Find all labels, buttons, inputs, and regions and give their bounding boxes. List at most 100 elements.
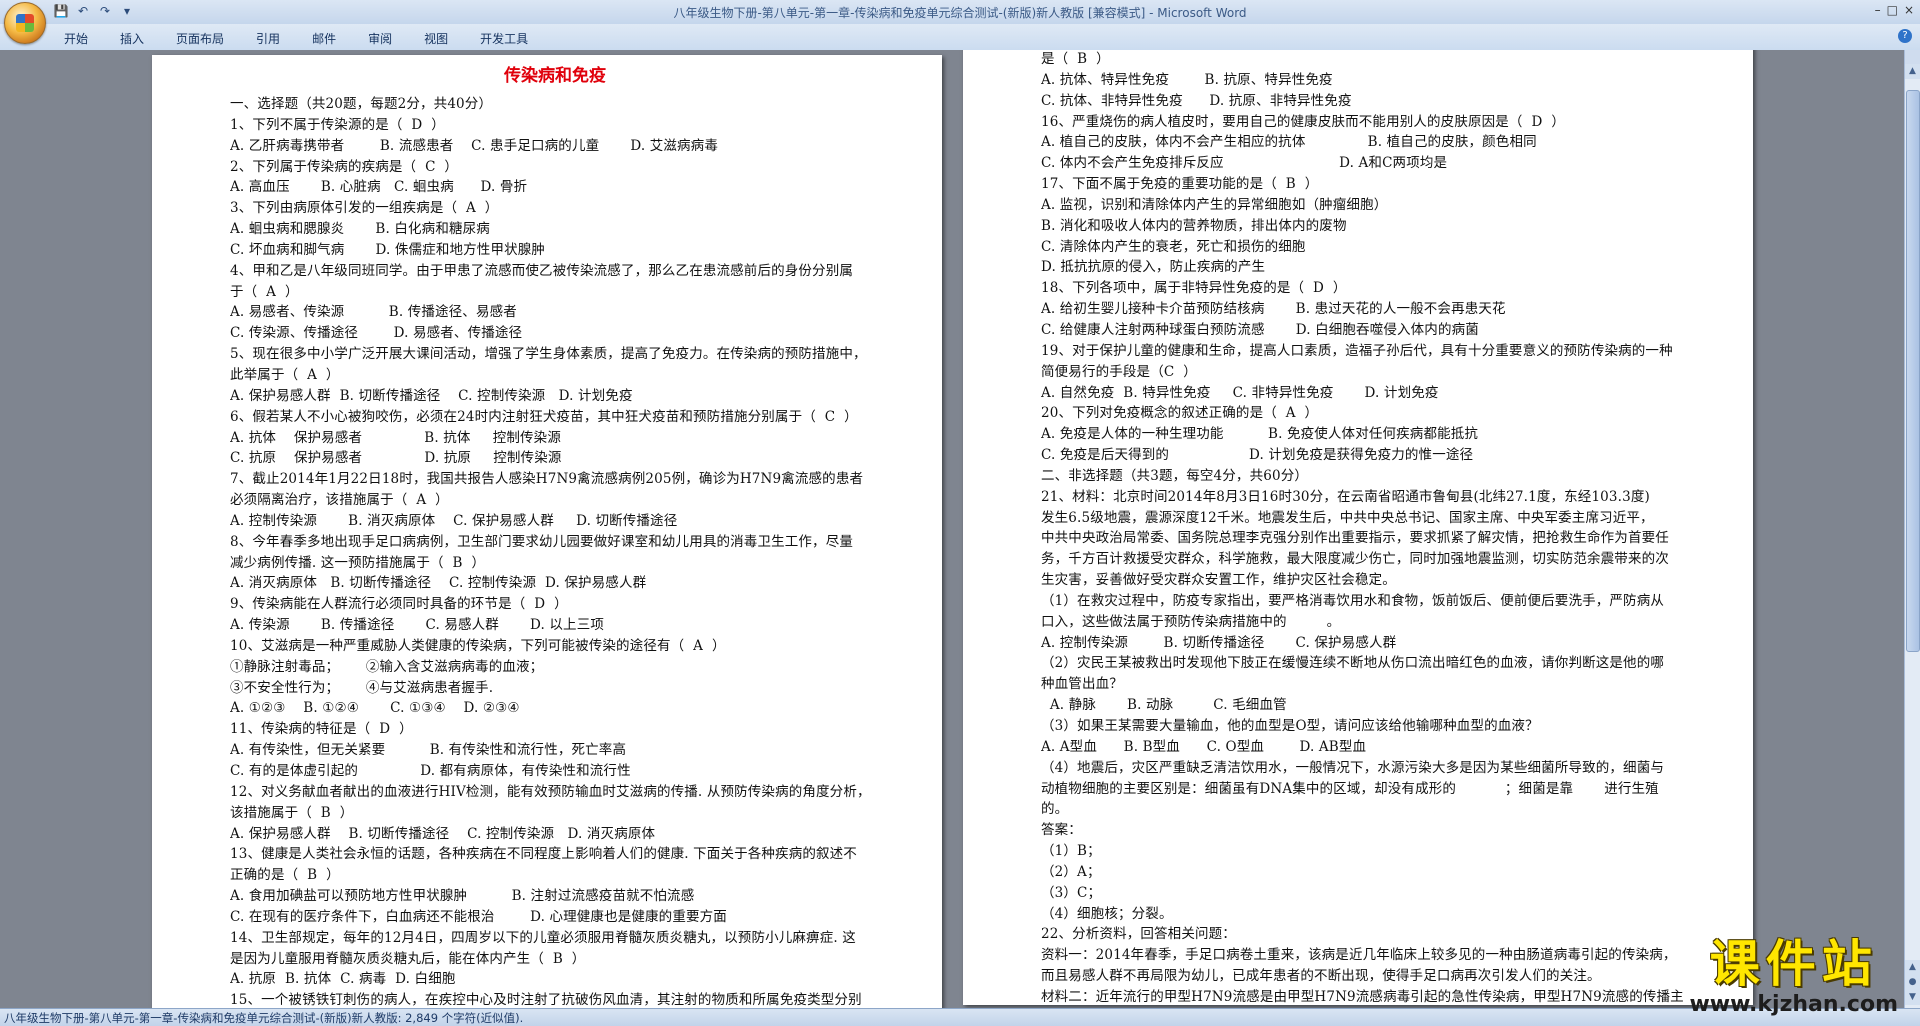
document-line: 19、对于保护儿童的健康和生命，提高人口素质，造福子孙后代，具有十分重要意义的预…: [1041, 342, 1673, 359]
document-line: 7、截止2014年1月22日18时，我国共报告人感染H7N9禽流感病例205例，…: [230, 471, 864, 488]
vertical-scrollbar[interactable]: ▲ ▲ ● ▼: [1904, 50, 1920, 1008]
status-bar: 八年级生物下册-第八单元-第一章-传染病和免疫单元综合测试-(新版)新人教版: …: [0, 1008, 1920, 1026]
document-line: 于（ A ）: [230, 283, 299, 300]
document-line: 口入，这些做法属于预防传染病措施中的 。: [1041, 613, 1341, 630]
document-line: 减少病例传播. 这一预防措施属于（ B ）: [230, 554, 486, 571]
document-line: 一、选择题（共20题，每题2分，共40分）: [230, 96, 493, 112]
help-icon[interactable]: ?: [1898, 29, 1912, 43]
document-page-left[interactable]: 传染病和免疫 一、选择题（共20题，每题2分，共40分） 1、下列不属于传染源的是…: [152, 55, 942, 1008]
document-line: 12、对义务献血者献出的血液进行HIV检测，能有效预防输血时艾滋病的传播. 从预…: [230, 783, 871, 800]
document-line: 简便易行的手段是（C ）: [1041, 363, 1197, 380]
close-button[interactable]: ×: [1904, 3, 1914, 17]
document-line: A. 监视，识别和清除体内产生的异常细胞如（肿瘤细胞）: [1041, 196, 1388, 213]
view-ruler-icon[interactable]: [1905, 50, 1920, 64]
document-line: 15、一个被锈铁钉刺伤的病人，在疾控中心及时注射了抗破伤风血清，其注射的物质和所…: [230, 992, 862, 1008]
scroll-up-icon[interactable]: ▲: [1905, 64, 1920, 79]
document-line: A. 蛔虫病和腮腺炎 B. 白化病和糖尿病: [230, 221, 490, 238]
document-line: A. 保护易感人群 B. 切断传播途径 C. 控制传染源 D. 消灭病原体: [230, 825, 656, 842]
tab-view[interactable]: 视图: [408, 30, 464, 47]
document-line: 1、下列不属于传染源的是（ D ）: [230, 116, 445, 133]
tab-developer[interactable]: 开发工具: [464, 30, 544, 47]
document-line: 5、现在很多中小学广泛开展大课间活动，增强了学生身体素质，提高了免疫力。在传染病…: [230, 346, 867, 363]
document-line: 是因为儿童服用脊髓灰质炎糖丸后，能在体内产生（ B ）: [230, 950, 586, 967]
window-title: 八年级生物下册-第八单元-第一章-传染病和免疫单元综合测试-(新版)新人教版 […: [673, 6, 1247, 20]
document-line: C. 有的是体虚引起的 D. 都有病原体，有传染性和流行性: [230, 763, 631, 779]
document-line: （2）灾民王某被救出时发现他下肢正在缓慢连续不断地从伤口流出暗红色的血液，请你判…: [1041, 655, 1664, 672]
minimize-button[interactable]: –: [1875, 3, 1881, 17]
ribbon-tabs: 开始 插入 页面布局 引用 邮件 审阅 视图 开发工具 ?: [0, 24, 1920, 51]
document-line: 发生6.5级地震，震源深度12千米。地震发生后，中共中央总书记、国家主席、中央军…: [1041, 509, 1654, 526]
document-line: A. 抗体、特异性免疫 B. 抗原、特异性免疫: [1041, 71, 1333, 88]
document-line: 13、健康是人类社会永恒的话题，各种疾病在不同程度上影响着人们的健康. 下面关于…: [230, 846, 857, 863]
document-line: （1）B；: [1041, 843, 1101, 860]
document-line: 2、下列属于传染病的疾病是（ C ）: [230, 158, 459, 175]
document-line: 动植物细胞的主要区别是：细菌虽有DNA集中的区域，却没有成形的 ；细菌是靠 进行…: [1041, 780, 1659, 797]
document-line: （4）地震后，灾区严重缺乏清洁饮用水，一般情况下，水源污染大多是因为某些细菌所导…: [1041, 759, 1664, 776]
document-title: 传染病和免疫: [504, 66, 606, 86]
document-line: A. 静脉 B. 动脉 C. 毛细血管: [1041, 697, 1287, 714]
document-line: 9、传染病能在人群流行必须同时具备的环节是（ D ）: [230, 596, 568, 613]
document-line: C. 在现有的医疗条件下，白血病还不能根治 D. 心理健康也是健康的重要方面: [230, 908, 727, 925]
left-page-text: 一、选择题（共20题，每题2分，共40分） 1、下列不属于传染源的是（ D ） A.…: [230, 94, 880, 1008]
window-controls: – □ ×: [1875, 3, 1914, 17]
document-line: 18、下列各项中，属于非特异性免疫的是（ D ）: [1041, 280, 1347, 297]
document-area[interactable]: 传染病和免疫 一、选择题（共20题，每题2分，共40分） 1、下列不属于传染源的是…: [0, 50, 1905, 1008]
document-line: A. 食用加碘盐可以预防地方性甲状腺肿 B. 注射过流感疫苗就不怕流感: [230, 888, 695, 905]
document-line: （3）如果王某需要大量输血，他的血型是O型，请问应该给他输哪种血型的血液？: [1041, 718, 1539, 734]
tab-mailings[interactable]: 邮件: [296, 30, 352, 47]
document-line: 生灾害，妥善做好受灾群众安置工作，维护灾区社会稳定。: [1041, 572, 1396, 589]
tab-home[interactable]: 开始: [48, 30, 104, 47]
tab-strip: 开始 插入 页面布局 引用 邮件 审阅 视图 开发工具: [48, 30, 544, 47]
document-line: 是（ B ）: [1041, 51, 1110, 67]
scrollbar-thumb[interactable]: [1906, 90, 1920, 652]
document-line: C. 体内不会产生免疫排斥反应 D. A和C两项均是: [1041, 155, 1448, 172]
document-line: 17、下面不属于免疫的重要功能的是（ B ）: [1041, 176, 1319, 193]
document-line: ①静脉注射毒品； ②输入含艾滋病病毒的血液；: [230, 658, 544, 675]
document-line: （3）C；: [1041, 884, 1102, 901]
document-line: C. 抗原 保护易感者 D. 抗原 控制传染源: [230, 450, 562, 467]
document-line: A. 抗体 保护易感者 B. 抗体 控制传染源: [230, 429, 561, 446]
title-bar: 💾 ↶ ↷ ▾ 八年级生物下册-第八单元-第一章-传染病和免疫单元综合测试-(新…: [0, 0, 1920, 25]
next-page-icon[interactable]: ▼: [1905, 990, 1920, 1005]
document-line: A. 易感者、传染源 B. 传播途径、易感者: [230, 304, 517, 321]
document-page-right[interactable]: 是（ B ） A. 抗体、特异性免疫 B. 抗原、特异性免疫 C. 抗体、非特异性免…: [963, 50, 1753, 1005]
maximize-button[interactable]: □: [1887, 3, 1898, 17]
document-line: A. A型血 B. B型血 C. O型血 D. AB型血: [1041, 738, 1367, 755]
document-line: 务，千方百计救援受灾群众，科学施救，最大限度减少伤亡，同时加强地震监测，切实防范…: [1041, 551, 1669, 568]
document-line: ③不安全性行为； ④与艾滋病患者握手.: [230, 679, 494, 696]
document-line: 而且易感人群不再局限为幼儿，已成年患者的不断出现，使得手足口病再次引发人们的关注…: [1041, 968, 1601, 985]
document-line: A. 有传染性，但无关紧要 B. 有传染性和流行性，死亡率高: [230, 742, 627, 759]
document-line: 正确的是（ B ）: [230, 867, 340, 884]
document-line: 16、严重烧伤的病人植皮时，要用自己的健康皮肤而不能用别人的皮肤原因是（ D ）: [1041, 113, 1565, 130]
document-line: 20、下列对免疫概念的叙述正确的是（ A ）: [1041, 405, 1319, 422]
document-line: （1）在救灾过程中，防疫专家指出，要严格消毒饮用水和食物，饭前饭后、便前便后要洗…: [1041, 592, 1664, 609]
office-button[interactable]: [4, 2, 46, 44]
document-line: （4）细胞核；分裂。: [1041, 905, 1173, 922]
document-line: A. 保护易感人群 B. 切断传播途径 C. 控制传染源 D. 计划免疫: [230, 387, 633, 404]
document-line: A. 给初生婴儿接种卡介苗预防结核病 B. 患过天花的人一般不会再患天花: [1041, 301, 1506, 318]
document-line: 种血管出血？: [1041, 676, 1123, 693]
document-line: 中共中央政治局常委、国务院总理李克强分别作出重要指示，要求抓紧了解灾情，把抢救生…: [1041, 530, 1669, 547]
document-line: A. 乙肝病毒携带者 B. 流感患者 C. 患手足口病的儿童 D. 艾滋病病毒: [230, 137, 718, 154]
document-line: A. 高血压 B. 心脏病 C. 蛔虫病 D. 骨折: [230, 179, 528, 196]
document-line: 二、非选择题（共3题，每空4分，共60分）: [1041, 467, 1309, 484]
tab-references[interactable]: 引用: [240, 30, 296, 47]
document-line: 的。: [1041, 801, 1069, 818]
select-browse-object-icon[interactable]: ●: [1905, 975, 1920, 990]
document-line: 6、假若某人不小心被狗咬伤，必须在24时内注射狂犬疫苗，其中狂犬疫苗和预防措施分…: [230, 408, 858, 425]
tab-review[interactable]: 审阅: [352, 30, 408, 47]
document-line: C. 传染源、传播途径 D. 易感者、传播途径: [230, 325, 523, 342]
tab-page-layout[interactable]: 页面布局: [160, 30, 240, 47]
document-line: A. 控制传染源 B. 消灭病原体 C. 保护易感人群 D. 切断传播途径: [230, 512, 678, 529]
previous-page-icon[interactable]: ▲: [1905, 960, 1920, 975]
page-content-left: 传染病和免疫 一、选择题（共20题，每题2分，共40分） 1、下列不属于传染源的是…: [230, 63, 880, 1008]
document-line: A. 免疫是人体的一种生理功能 B. 免疫使人体对任何疾病都能抵抗: [1041, 426, 1479, 443]
right-page-text: 是（ B ） A. 抗体、特异性免疫 B. 抗原、特异性免疫 C. 抗体、非特异性免…: [1041, 50, 1691, 1005]
document-line: A. 传染源 B. 传播途径 C. 易感人群 D. 以上三项: [230, 617, 605, 634]
document-line: 4、甲和乙是八年级同班同学。由于甲患了流感而使乙被传染流感了，那么乙在患流感前后…: [230, 262, 853, 279]
document-line: C. 清除体内产生的衰老，死亡和损伤的细胞: [1041, 238, 1306, 255]
document-line: A. 植自己的皮肤，体内不会产生相应的抗体 B. 植自己的皮肤，颜色相同: [1041, 134, 1537, 151]
document-line: A. 抗原 B. 抗体 C. 病毒 D. 白细胞: [230, 971, 456, 988]
tab-insert[interactable]: 插入: [104, 30, 160, 47]
document-line: 3、下列由病原体引发的一组疾病是（ A ）: [230, 200, 499, 217]
